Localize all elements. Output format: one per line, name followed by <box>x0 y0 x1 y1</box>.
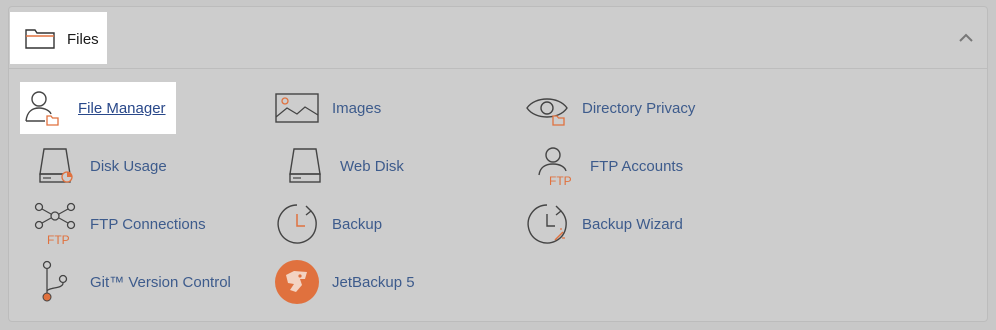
images-link[interactable]: Images <box>274 82 381 134</box>
backup-link[interactable]: Backup <box>274 198 382 250</box>
item-label[interactable]: Web Disk <box>340 158 404 175</box>
item-label[interactable]: FTP Connections <box>90 216 206 233</box>
git-version-control-link[interactable]: Git™ Version Control <box>32 256 231 308</box>
file-manager-icon <box>20 85 66 131</box>
item-label[interactable]: JetBackup 5 <box>332 274 415 291</box>
section-title: Files <box>67 31 99 48</box>
web-disk-icon <box>282 143 328 189</box>
chevron-up-icon[interactable] <box>958 31 974 43</box>
directory-privacy-icon <box>524 85 570 131</box>
ftp-text: FTP <box>47 233 70 246</box>
directory-privacy-link[interactable]: Directory Privacy <box>524 82 695 134</box>
folder-icon <box>25 27 55 54</box>
files-panel: Files File Manager Images Directory Priv… <box>8 6 988 322</box>
backup-icon <box>274 201 320 247</box>
panel-header[interactable]: Files <box>9 7 987 69</box>
item-label[interactable]: FTP Accounts <box>590 158 683 175</box>
item-label[interactable]: Directory Privacy <box>582 100 695 117</box>
disk-usage-link[interactable]: Disk Usage <box>32 140 167 192</box>
jetbackup-link[interactable]: JetBackup 5 <box>274 256 415 308</box>
ftp-accounts-icon: FTP <box>532 143 578 189</box>
ftp-text: FTP <box>549 174 572 187</box>
backup-wizard-link[interactable]: Backup Wizard <box>524 198 683 250</box>
web-disk-link[interactable]: Web Disk <box>282 140 404 192</box>
ftp-accounts-link[interactable]: FTP FTP Accounts <box>532 140 683 192</box>
git-icon <box>32 259 78 305</box>
disk-usage-icon <box>32 143 78 189</box>
item-label[interactable]: Backup <box>332 216 382 233</box>
item-label[interactable]: Backup Wizard <box>582 216 683 233</box>
backup-wizard-icon <box>524 201 570 247</box>
item-label[interactable]: Disk Usage <box>90 158 167 175</box>
item-label[interactable]: Images <box>332 100 381 117</box>
item-label[interactable]: Git™ Version Control <box>90 274 231 291</box>
section-title-box[interactable]: Files <box>10 12 107 64</box>
jetbackup-icon <box>274 259 320 305</box>
images-icon <box>274 85 320 131</box>
item-label[interactable]: File Manager <box>78 100 166 117</box>
ftp-connections-link[interactable]: FTP FTP Connections <box>32 198 206 250</box>
file-manager-link[interactable]: File Manager <box>20 82 176 134</box>
ftp-connections-icon: FTP <box>32 201 78 247</box>
